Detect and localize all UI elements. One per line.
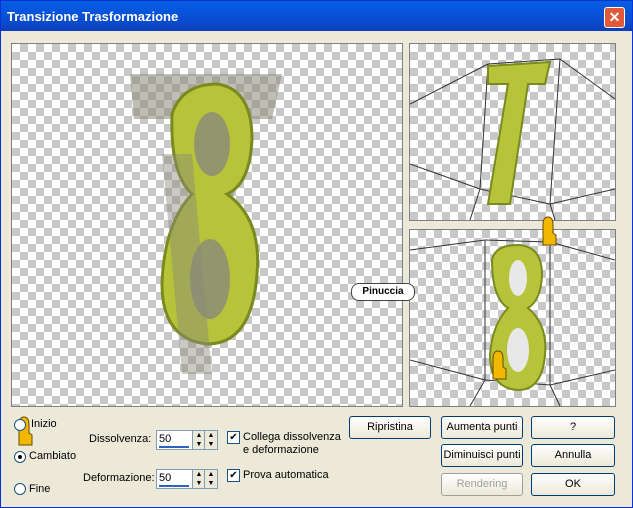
hand-pointer-icon-2 [492,350,507,380]
start-image [410,58,615,220]
diminuisci-punti-button[interactable]: Diminuisci punti [441,444,523,467]
radio-inizio[interactable] [14,419,26,431]
window-title: Transizione Trasformazione [7,9,179,24]
close-button[interactable]: ✕ [604,7,625,28]
start-image-panel[interactable] [409,43,616,221]
deformazione-stepper[interactable]: 50 ▲ ▼ ▲ ▼ [156,469,218,489]
radio-cambiato[interactable] [14,451,26,463]
prova-checkbox[interactable]: ✔ [227,469,240,482]
dissolvenza-underline [159,446,189,448]
radio-fine[interactable] [14,483,26,495]
annulla-button[interactable]: Annulla [531,444,615,467]
dissolvenza-dropdown[interactable]: ▲ ▼ [204,431,217,449]
label-inizio: Inizio [31,418,57,430]
watermark-badge: Pinuccia [351,283,415,301]
deformazione-value[interactable]: 50 [159,472,171,484]
rendering-button[interactable]: Rendering [441,473,523,496]
aumenta-punti-button[interactable]: Aumenta punti [441,416,523,439]
collega-label-1: Collega dissolvenza [243,431,341,443]
ok-button[interactable]: OK [531,473,615,496]
dialog-window: Transizione Trasformazione ✕ Pinuccia In… [0,0,633,508]
dissolvenza-value[interactable]: 50 [159,433,171,445]
label-fine: Fine [29,483,51,495]
end-image [410,239,615,406]
deformazione-dropdown[interactable]: ▲ ▼ [204,470,217,488]
hand-pointer-icon [542,216,557,246]
ripristina-button[interactable]: Ripristina [349,416,431,439]
collega-checkbox[interactable]: ✔ [227,431,240,444]
end-image-panel[interactable] [409,229,616,407]
dissolvenza-stepper[interactable]: 50 ▲ ▼ ▲ ▼ [156,430,218,450]
label-cambiato: Cambiato [29,450,77,462]
help-button[interactable]: ? [531,416,615,439]
morph-preview-image [130,74,282,374]
prova-label: Prova automatica [243,469,329,481]
preview-panel[interactable] [11,43,403,407]
label-dissolvenza: Dissolvenza: [89,433,152,445]
collega-label-2: e deformazione [243,444,319,456]
deformazione-underline [159,485,189,487]
title-bar[interactable]: Transizione Trasformazione ✕ [1,1,632,31]
label-deformazione: Deformazione: [83,472,155,484]
